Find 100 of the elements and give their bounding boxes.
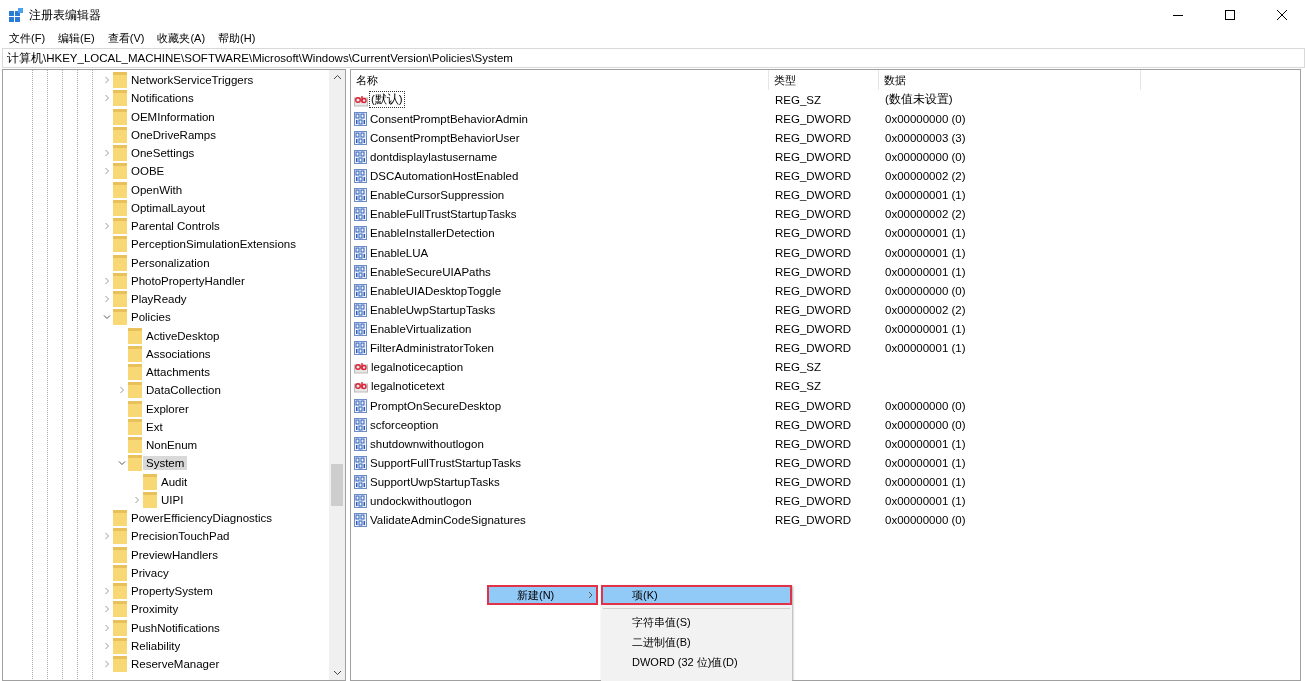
chevron-right-icon[interactable] (132, 495, 141, 504)
tree-item[interactable]: Ext (143, 419, 166, 434)
tree-item[interactable]: ActiveDesktop (143, 328, 223, 343)
tree-item[interactable]: DataCollection (143, 383, 224, 398)
menu-option[interactable]: 字符串值(S) (601, 612, 792, 632)
value-data: 0x00000001 (1) (884, 246, 966, 259)
tree-item[interactable]: Personalization (128, 255, 213, 270)
tree-item[interactable]: OneDriveRamps (128, 127, 219, 142)
value-name[interactable]: DSCAutomationHostEnabled (369, 170, 520, 183)
value-type: REG_SZ (774, 380, 821, 393)
value-name[interactable]: legalnoticecaption (370, 361, 465, 374)
tree-item[interactable]: UIPI (158, 492, 187, 507)
tree-item[interactable]: PlayReady (128, 292, 190, 307)
tree-item[interactable]: PreviewHandlers (128, 547, 221, 562)
menu-item[interactable]: 收藏夹(A) (157, 31, 206, 46)
tree-item[interactable]: Explorer (143, 401, 192, 416)
tree-item[interactable]: PowerEfficiencyDiagnostics (128, 511, 276, 526)
tree-item[interactable]: OpenWith (128, 182, 186, 197)
tree-item[interactable]: System (143, 456, 188, 471)
chevron-right-icon[interactable] (102, 222, 111, 231)
tree-item[interactable]: Audit (158, 474, 191, 489)
tree-item[interactable]: OptimalLayout (128, 200, 209, 215)
value-name[interactable]: ConsentPromptBehaviorUser (369, 131, 521, 144)
value-name[interactable]: ConsentPromptBehaviorAdmin (369, 112, 529, 125)
value-name[interactable]: shutdownwithoutlogon (369, 437, 485, 450)
value-name[interactable]: ValidateAdminCodeSignatures (369, 514, 527, 527)
value-name[interactable]: EnableFullTrustStartupTasks (369, 208, 518, 221)
folder-icon (128, 345, 142, 362)
chevron-down-icon[interactable] (102, 313, 111, 322)
value-name[interactable]: EnableSecureUIAPaths (369, 265, 492, 278)
value-type: REG_DWORD (774, 456, 852, 469)
value-name[interactable]: EnableUIADesktopToggle (369, 284, 503, 297)
value-name[interactable]: EnableLUA (369, 246, 430, 259)
tree-item[interactable]: PerceptionSimulationExtensions (128, 237, 299, 252)
folder-icon (128, 382, 142, 399)
tree-item[interactable]: PhotoPropertyHandler (128, 273, 248, 288)
tree-item[interactable]: Privacy (128, 565, 172, 580)
menu-option[interactable]: DWORD (32 位)值(D) (601, 652, 792, 672)
menu-item[interactable]: 编辑(E) (58, 31, 95, 46)
scrollbar[interactable] (329, 70, 345, 680)
column-header[interactable]: 类型 (769, 70, 879, 90)
scroll-thumb[interactable] (331, 464, 343, 506)
value-name[interactable]: EnableInstallerDetection (369, 227, 496, 240)
menu-option[interactable]: 项(K) (601, 585, 792, 605)
value-name[interactable]: SupportFullTrustStartupTasks (369, 456, 523, 469)
address-bar[interactable]: 计算机\HKEY_LOCAL_MACHINE\SOFTWARE\Microsoft\Windows\CurrentVersion\Policies\System (2, 48, 1305, 68)
maximize-icon[interactable] (1225, 10, 1235, 20)
chevron-right-icon[interactable] (102, 276, 111, 285)
tree-item[interactable]: Parental Controls (128, 219, 223, 234)
value-type: REG_DWORD (774, 131, 852, 144)
folder-icon (113, 601, 127, 618)
tree-item[interactable]: OneSettings (128, 146, 198, 161)
chevron-right-icon[interactable] (102, 295, 111, 304)
value-data: (数值未设置) (884, 92, 953, 108)
column-header[interactable]: 数据 (879, 70, 1141, 90)
tree-item[interactable]: PropertySystem (128, 584, 216, 599)
menu-item[interactable]: 文件(F) (9, 31, 46, 46)
value-name[interactable]: EnableUwpStartupTasks (369, 303, 497, 316)
value-data: 0x00000002 (2) (884, 208, 966, 221)
tree-item[interactable]: Reliability (128, 638, 184, 653)
value-name[interactable]: scforceoption (369, 418, 440, 431)
tree-item[interactable]: Policies (128, 310, 174, 325)
value-name[interactable]: FilterAdministratorToken (369, 342, 495, 355)
app-icon (9, 8, 23, 22)
chevron-down-icon[interactable] (117, 459, 126, 468)
tree-item[interactable]: OEMInformation (128, 109, 218, 124)
tree-item[interactable]: ReserveManager (128, 657, 223, 672)
chevron-right-icon[interactable] (117, 386, 126, 395)
tree-item[interactable]: NetworkServiceTriggers (128, 73, 257, 88)
tree-item[interactable]: Associations (143, 346, 214, 361)
tree-item[interactable]: NonEnum (143, 438, 201, 453)
tree-item[interactable]: PrecisionTouchPad (128, 529, 233, 544)
chevron-right-icon[interactable] (102, 660, 111, 669)
chevron-right-icon[interactable] (102, 532, 111, 541)
folder-icon (113, 181, 127, 198)
menu-option[interactable]: 二进制值(B) (601, 632, 792, 652)
value-name[interactable]: PromptOnSecureDesktop (369, 399, 503, 412)
binary-value-icon (354, 475, 367, 490)
close-icon[interactable] (1277, 10, 1287, 20)
value-name[interactable]: dontdisplaylastusername (369, 150, 499, 163)
column-header[interactable]: 名称 (351, 70, 769, 90)
value-name[interactable]: EnableCursorSuppression (369, 189, 506, 202)
value-name[interactable]: SupportUwpStartupTasks (369, 476, 501, 489)
value-name[interactable]: legalnoticetext (370, 380, 446, 393)
menu-item[interactable]: 查看(V) (107, 31, 145, 46)
tree-item[interactable]: OOBE (128, 164, 168, 179)
binary-value-icon (354, 341, 367, 356)
binary-value-icon (354, 264, 367, 279)
value-type: REG_DWORD (774, 227, 852, 240)
tree-item[interactable]: PushNotifications (128, 620, 223, 635)
menu-item[interactable]: 帮助(H) (218, 31, 256, 46)
tree-item[interactable]: Proximity (128, 602, 182, 617)
menu-option[interactable]: 新建(N) (487, 585, 598, 605)
folder-icon (143, 491, 157, 508)
value-type: REG_DWORD (774, 495, 852, 508)
value-name[interactable]: EnableVirtualization (369, 323, 473, 336)
value-name[interactable]: (默认) (370, 92, 404, 108)
value-name[interactable]: undockwithoutlogon (369, 495, 473, 508)
tree-item[interactable]: Attachments (143, 365, 213, 380)
tree-item[interactable]: Notifications (128, 91, 197, 106)
